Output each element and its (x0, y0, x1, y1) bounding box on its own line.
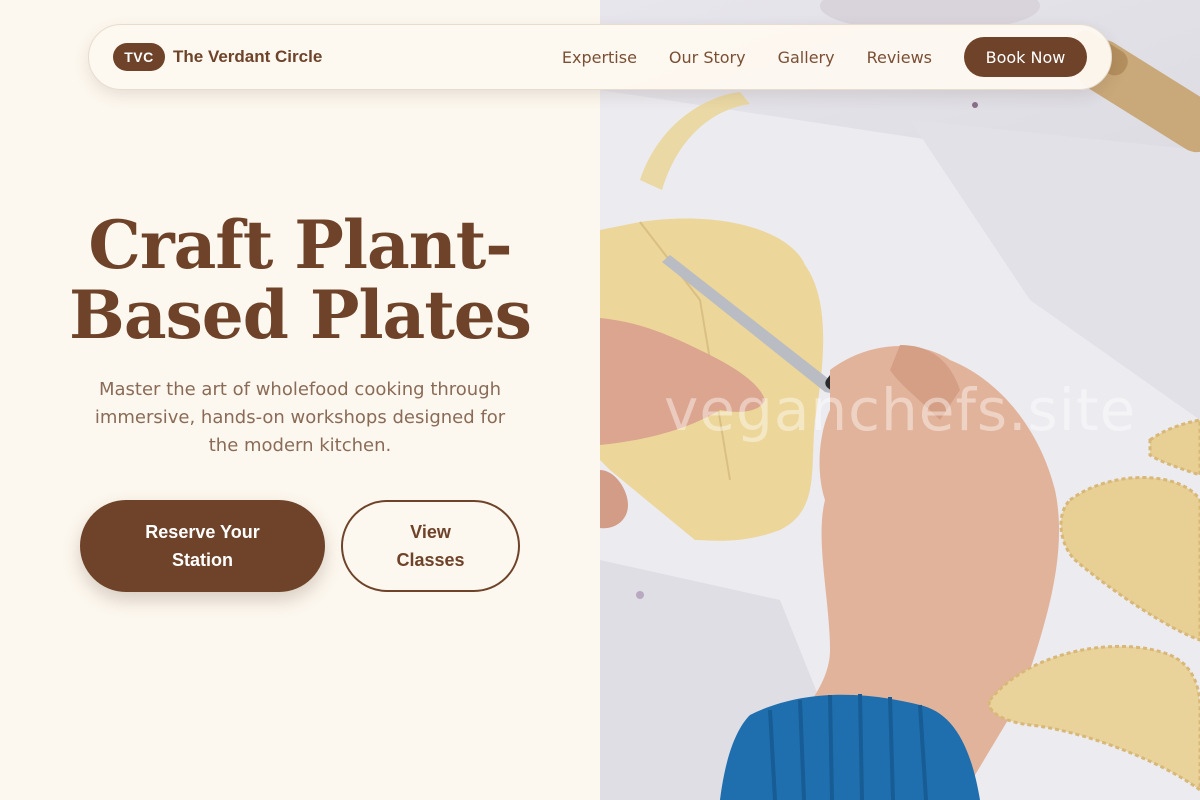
brand-logo[interactable]: TVC The Verdant Circle (113, 43, 322, 71)
nav-link-reviews[interactable]: Reviews (867, 48, 932, 67)
nav-links: Expertise Our Story Gallery Reviews Book… (562, 37, 1087, 77)
brand-name: The Verdant Circle (173, 47, 323, 66)
reserve-station-button[interactable]: Reserve Your Station (80, 500, 325, 592)
hero-title: Craft Plant- Based Plates (60, 210, 540, 350)
hero-subtitle: Master the art of wholefood cooking thro… (94, 379, 506, 456)
hero-title-line-1: Craft Plant- (88, 206, 512, 284)
brand-badge: TVC (113, 43, 165, 71)
view-classes-button[interactable]: View Classes (341, 500, 520, 592)
hero-photo: veganchefs.site (600, 0, 1200, 800)
top-navigation: TVC The Verdant Circle Expertise Our Sto… (88, 24, 1112, 90)
nav-link-expertise[interactable]: Expertise (562, 48, 637, 67)
watermark-text: veganchefs.site (664, 376, 1137, 444)
nav-link-gallery[interactable]: Gallery (778, 48, 835, 67)
nav-link-our-story[interactable]: Our Story (669, 48, 746, 67)
book-now-button[interactable]: Book Now (964, 37, 1087, 77)
hero-title-line-2: Based Plates (69, 276, 532, 354)
